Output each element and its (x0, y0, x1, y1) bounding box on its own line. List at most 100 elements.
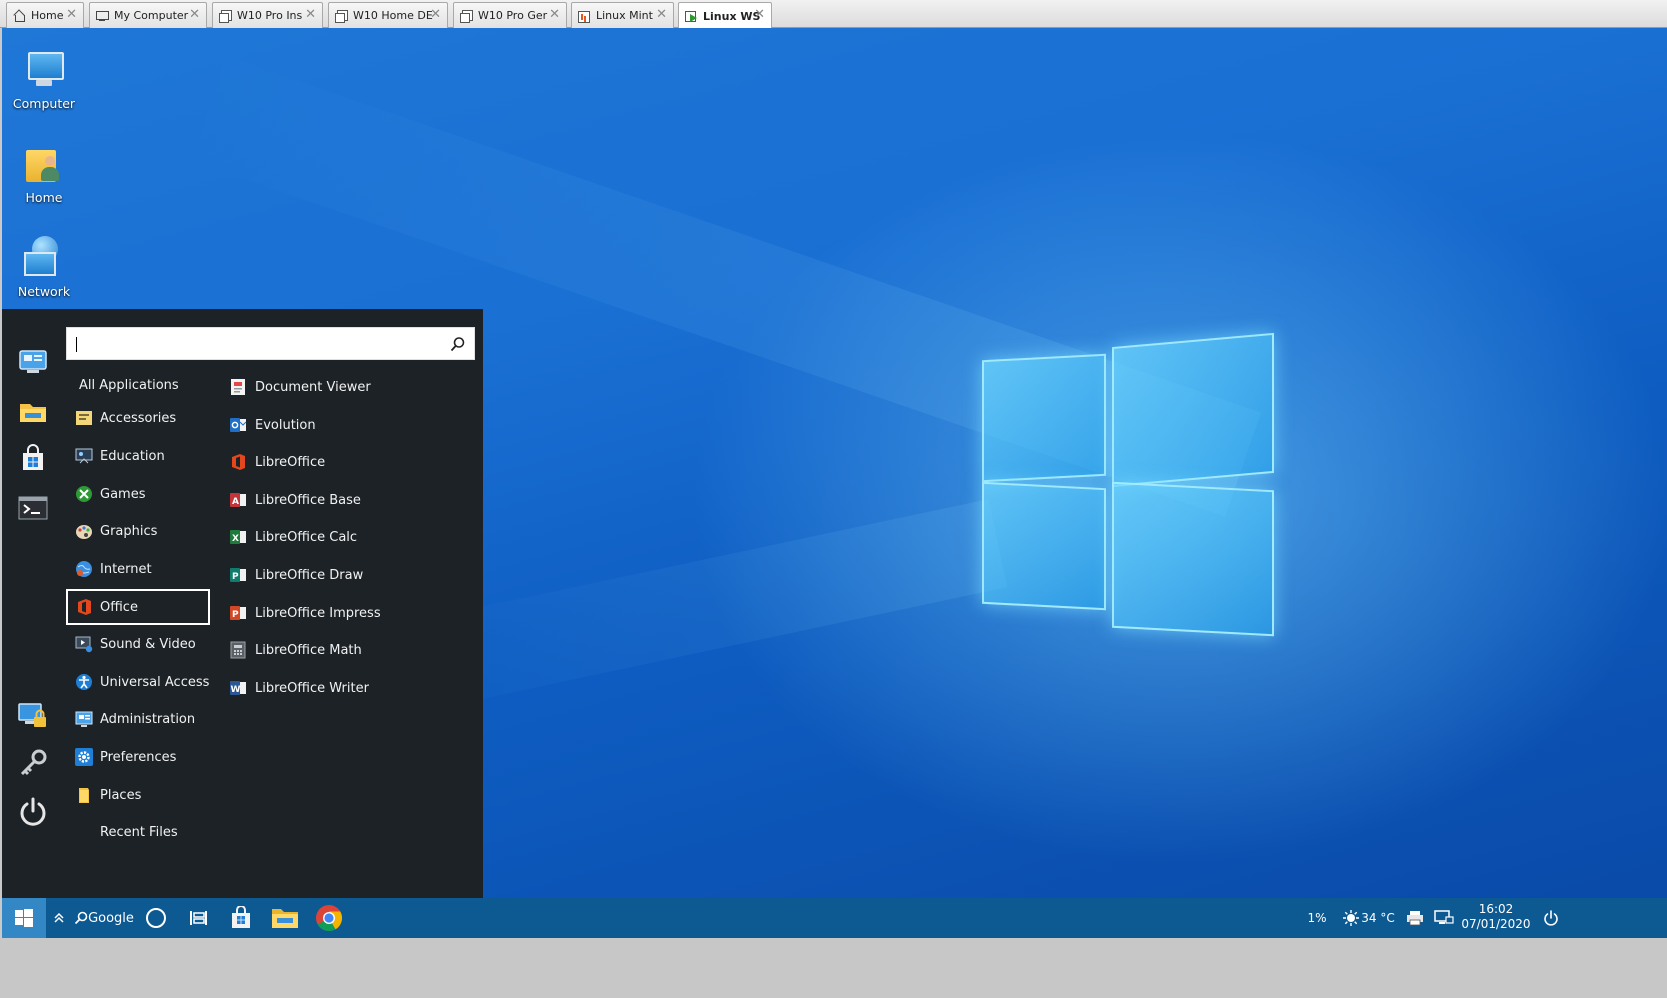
category-label: Games (100, 486, 146, 502)
category-places[interactable]: Places (66, 777, 210, 813)
tab-linux-mint[interactable]: Linux Mint ✕ (571, 2, 674, 28)
google-search-button[interactable]: Google (74, 898, 134, 938)
vm-icon (335, 9, 348, 23)
temperature-label: 34 °C (1361, 911, 1395, 925)
tab-w10-pro-ger[interactable]: W10 Pro Ger ✕ (453, 2, 567, 28)
universal-access-icon (75, 673, 93, 691)
app-libreoffice-impress[interactable]: P LibreOffice Impress (224, 595, 474, 631)
search-input[interactable] (75, 334, 439, 356)
vm-icon (219, 9, 232, 23)
taskbar-store-button[interactable] (226, 898, 256, 938)
close-icon[interactable]: ✕ (430, 8, 441, 21)
network-icon (22, 236, 66, 280)
category-label: Administration (100, 711, 196, 727)
host-window-bottom-area (0, 938, 1667, 998)
clock-time: 16:02 (1478, 902, 1514, 916)
desktop-icon-label: Computer (12, 96, 76, 111)
category-office[interactable]: Office (66, 589, 210, 625)
category-universal-access[interactable]: Universal Access (66, 664, 210, 700)
office-icon (75, 598, 93, 616)
clock[interactable]: 16:02 07/01/2020 (1460, 902, 1532, 932)
store-bag-icon (232, 906, 250, 928)
category-administration[interactable]: Administration (66, 701, 210, 737)
power-icon[interactable] (17, 795, 49, 827)
app-label: LibreOffice (255, 454, 326, 470)
close-icon[interactable]: ✕ (754, 8, 765, 21)
task-view-button[interactable] (184, 898, 212, 938)
sun-icon (1343, 910, 1360, 926)
computer-icon (22, 48, 66, 92)
vm-bar-icon (578, 10, 590, 23)
app-libreoffice-writer[interactable]: W LibreOffice Writer (224, 670, 474, 706)
writer-icon: W (229, 679, 247, 697)
desktop-icon-network[interactable]: Network (2, 236, 86, 299)
tab-linux-ws[interactable]: Linux WS ✕ (678, 2, 772, 29)
category-label: Universal Access (100, 674, 210, 690)
app-label: LibreOffice Impress (255, 605, 381, 621)
cortana-button[interactable] (142, 898, 170, 938)
desktop-icon-home[interactable]: Home (2, 142, 86, 205)
search-icon[interactable] (450, 336, 466, 352)
category-education[interactable]: Education (66, 438, 210, 474)
lock-screen-icon[interactable] (17, 699, 49, 731)
weather-indicator[interactable]: 34 °C (1342, 898, 1396, 938)
app-label: LibreOffice Draw (255, 567, 364, 583)
games-icon (75, 485, 93, 503)
close-icon[interactable]: ✕ (305, 8, 316, 21)
taskbar: Google 1% 34 °C 16:02 07/01/2020 (2, 898, 1667, 938)
taskbar-power-button[interactable] (1540, 898, 1562, 938)
administration-icon (75, 710, 93, 728)
taskbar-chrome-button[interactable] (312, 898, 346, 938)
category-recent-files[interactable]: Recent Files (66, 814, 210, 850)
close-icon[interactable]: ✕ (189, 8, 200, 21)
show-hidden-icons-button[interactable] (50, 898, 68, 938)
internet-icon (75, 560, 93, 578)
draw-icon: P (229, 566, 247, 584)
tab-my-computer[interactable]: My Computer ✕ (89, 2, 207, 28)
menu-search-field[interactable] (66, 327, 475, 360)
tab-label: W10 Pro Ger (478, 9, 548, 22)
network-indicator[interactable] (1432, 898, 1456, 938)
file-manager-icon[interactable] (17, 395, 49, 427)
category-graphics[interactable]: Graphics (66, 513, 210, 549)
app-label: Document Viewer (255, 379, 371, 395)
terminal-icon[interactable] (17, 492, 49, 524)
menu-sidebar (2, 309, 62, 899)
close-icon[interactable]: ✕ (66, 8, 77, 21)
app-libreoffice-math[interactable]: LibreOffice Math (224, 632, 474, 668)
close-icon[interactable]: ✕ (656, 8, 667, 21)
power-icon (1544, 910, 1558, 926)
printer-indicator[interactable] (1404, 898, 1426, 938)
task-view-icon (190, 911, 207, 925)
taskbar-file-explorer-button[interactable] (268, 898, 302, 938)
system-settings-icon[interactable] (17, 345, 49, 377)
software-store-icon[interactable] (17, 443, 49, 475)
tab-w10-pro-ins[interactable]: W10 Pro Ins ✕ (212, 2, 323, 28)
network-icon (1434, 910, 1454, 924)
recent-files-icon (75, 823, 93, 841)
keyring-icon[interactable] (17, 747, 49, 779)
category-preferences[interactable]: Preferences (66, 739, 210, 775)
wallpaper-logo-pane (1112, 481, 1274, 637)
app-libreoffice-draw[interactable]: P LibreOffice Draw (224, 557, 474, 593)
category-accessories[interactable]: Accessories (66, 400, 210, 436)
category-sound-video[interactable]: Sound & Video (66, 626, 210, 662)
tab-w10-home-de[interactable]: W10 Home DE ✕ (328, 2, 448, 28)
monitor-icon (96, 10, 109, 22)
tab-home[interactable]: Home ✕ (6, 2, 84, 28)
start-button[interactable] (2, 898, 46, 938)
app-libreoffice[interactable]: LibreOffice (224, 444, 474, 480)
close-icon[interactable]: ✕ (549, 8, 560, 21)
app-libreoffice-base[interactable]: A LibreOffice Base (224, 482, 474, 518)
category-internet[interactable]: Internet (66, 551, 210, 587)
battery-percent[interactable]: 1% (1302, 898, 1332, 938)
app-evolution[interactable]: Evolution (224, 407, 474, 443)
desktop-icon-label: Home (25, 190, 63, 205)
svg-text:W: W (231, 685, 241, 695)
app-document-viewer[interactable]: Document Viewer (224, 369, 474, 405)
category-all-applications[interactable]: All Applications (66, 367, 210, 403)
desktop-icon-computer[interactable]: Computer (2, 48, 86, 111)
education-icon (75, 447, 93, 465)
app-libreoffice-calc[interactable]: X LibreOffice Calc (224, 519, 474, 555)
category-games[interactable]: Games (66, 476, 210, 512)
